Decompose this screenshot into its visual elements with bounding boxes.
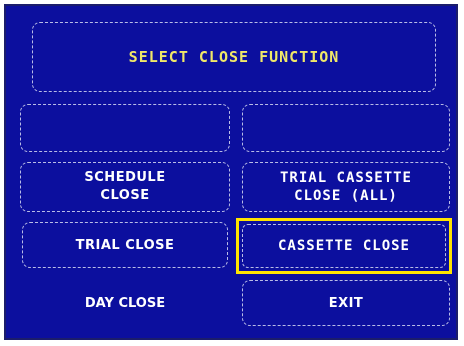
day-close-button[interactable]: DAY CLOSE <box>22 286 228 322</box>
left-button-1-empty[interactable] <box>20 104 230 152</box>
trial-close-label: TRIAL CLOSE <box>75 237 175 253</box>
screen-title: SELECT CLOSE FUNCTION <box>32 22 436 92</box>
right-button-1-empty[interactable] <box>242 104 450 152</box>
day-close-label: DAY CLOSE <box>84 296 166 311</box>
screen-title-text: SELECT CLOSE FUNCTION <box>128 48 340 66</box>
exit-button[interactable]: EXIT <box>242 280 450 326</box>
schedule-close-button[interactable]: SCHEDULE CLOSE <box>20 162 230 212</box>
cassette-close-button[interactable]: CASSETTE CLOSE <box>236 218 452 274</box>
schedule-close-label-line2: CLOSE <box>100 188 150 203</box>
atm-screen: SELECT CLOSE FUNCTION SCHEDULE CLOSE TRI… <box>0 0 464 346</box>
trial-cassette-close-all-button[interactable]: TRIAL CASSETTE CLOSE (ALL) <box>242 162 450 212</box>
cassette-close-label: CASSETTE CLOSE <box>277 238 410 254</box>
schedule-close-label-line1: SCHEDULE <box>84 170 166 185</box>
cassette-close-inner: CASSETTE CLOSE <box>242 224 446 268</box>
exit-label: EXIT <box>328 295 364 311</box>
screen-panel: SELECT CLOSE FUNCTION SCHEDULE CLOSE TRI… <box>4 4 458 340</box>
trial-close-button[interactable]: TRIAL CLOSE <box>22 222 228 268</box>
trial-cassette-label-line1: TRIAL CASSETTE <box>279 170 412 186</box>
trial-cassette-label-line2: CLOSE (ALL) <box>294 188 398 204</box>
